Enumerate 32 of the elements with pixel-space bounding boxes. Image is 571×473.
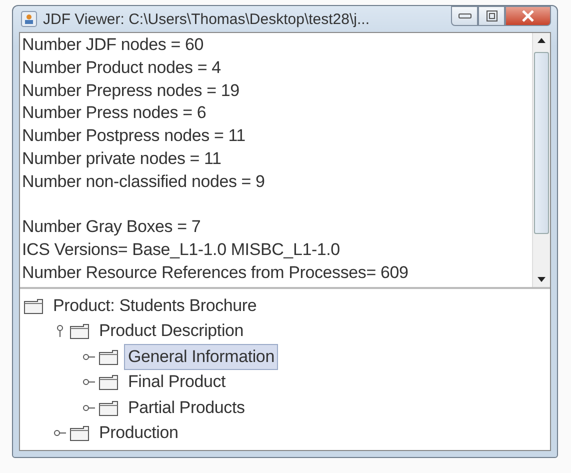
summary-line: Number Resource References from Processes= 609 [22,262,410,284]
close-icon [521,10,535,22]
folder-icon [24,298,44,314]
maximize-button[interactable] [478,6,505,26]
scrollbar[interactable] [532,33,550,287]
scroll-thumb[interactable] [534,52,549,234]
summary-line: Number Gray Boxes = 7 [22,216,202,238]
summary-line: Number private nodes = 11 [22,148,222,170]
folder-icon [70,323,90,340]
summary-line: Number Prepress nodes = 19 [22,80,240,102]
tree-node-label[interactable]: Product Description [95,318,248,344]
summary-line: Number Product nodes = 4 [22,56,222,79]
folder-icon [70,425,90,442]
minimize-button[interactable] [451,6,478,26]
tree-node-label[interactable]: Production [95,420,182,446]
tree-node-label[interactable]: General Information [124,344,278,370]
summary-line: ICS Versions= Base_L1-1.0 MISBC_L1-1.0 [22,239,341,262]
app-icon [21,11,37,27]
minimize-icon [458,12,472,20]
summary-line: Number Postpress nodes = 11 [22,125,246,148]
folder-icon [99,374,119,390]
summary-line: Number non-classified nodes = 9 [22,170,266,193]
maximize-icon [486,10,498,22]
summary-line: Number JDF nodes = 60 [22,34,204,56]
tree-node-label[interactable]: Final Product [124,369,230,396]
close-button[interactable] [505,6,551,26]
window-title: JDF Viewer: C:\Users\Thomas\Desktop\test28\j... [43,10,370,28]
summary-line: Number Press nodes = 6 [22,102,208,124]
folder-icon [99,348,119,365]
tree-node-label[interactable]: Partial Products [124,394,249,421]
folder-icon [99,400,119,416]
tree-node-label[interactable]: Product: Students Brochure [49,292,261,319]
